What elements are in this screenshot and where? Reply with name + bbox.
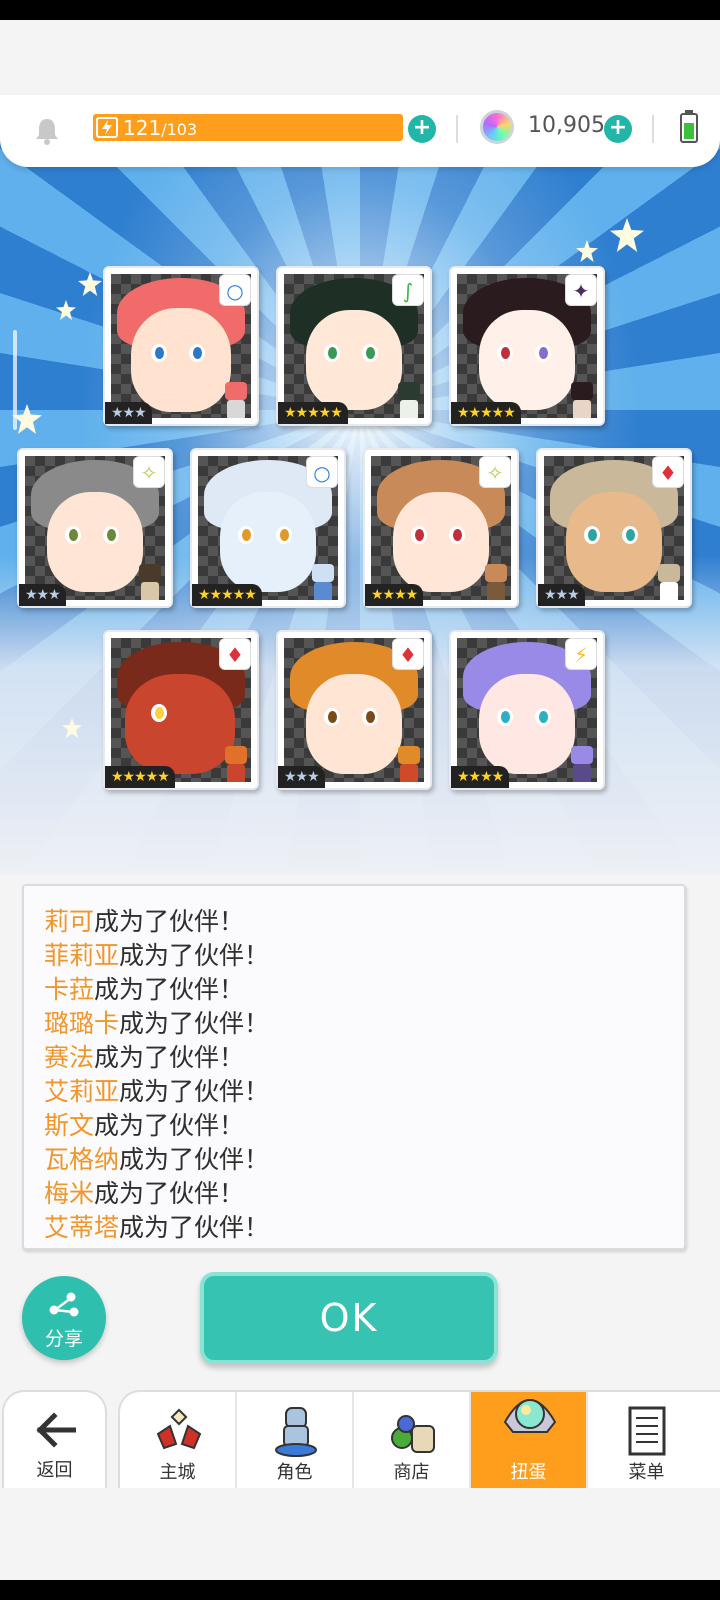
add-gems-button[interactable]: + [604, 115, 632, 143]
character-icon [275, 1407, 317, 1457]
back-label: 返回 [36, 1460, 73, 1481]
log-line: 卡菈成为了伙伴！ [44, 975, 245, 1004]
rarity-stars: ★★★ [538, 584, 585, 606]
back-button[interactable]: 返回 [2, 1390, 107, 1490]
nav-tab-menu[interactable]: 菜单 [588, 1392, 705, 1492]
recruit-log[interactable]: 莉可成为了伙伴！ 菲莉亚成为了伙伴！ 卡菈成为了伙伴！ 璐璐卡成为了伙伴！ 赛法… [22, 884, 686, 1250]
sparkle-star-icon [12, 404, 42, 434]
character-card[interactable]: ♦ ★★★★★ [103, 630, 259, 790]
pixel-sprite [302, 560, 338, 600]
rarity-stars: ★★★★ [451, 766, 510, 788]
pixel-sprite [561, 742, 597, 782]
rarity-stars: ★★★★ [365, 584, 424, 606]
element-badge: ♦ [652, 456, 684, 488]
ok-button[interactable]: OK [200, 1272, 498, 1364]
pixel-sprite [475, 560, 511, 600]
element-badge: ✧ [133, 456, 165, 488]
element-badge: ♦ [219, 638, 251, 670]
footer-area [0, 1488, 720, 1580]
character-card[interactable]: ⚡ ★★★★ [449, 630, 605, 790]
nav-tabs: 主城 角色 商店 扭蛋 菜单 [118, 1390, 720, 1492]
rarity-stars: ★★★★★ [105, 766, 175, 788]
battery-icon [680, 110, 698, 143]
share-label: 分享 [44, 1328, 83, 1350]
pixel-sprite [648, 560, 684, 600]
character-card[interactable]: ✦ ★★★★★ [449, 266, 605, 426]
log-line: 斯文成为了伙伴！ [44, 1111, 245, 1140]
pixel-sprite [561, 378, 597, 418]
nav-tab-town[interactable]: 主城 [120, 1392, 237, 1492]
sparkle-star-icon [78, 272, 102, 296]
bell-icon[interactable] [34, 117, 60, 145]
pixel-sprite [129, 560, 165, 600]
nav-tab-characters[interactable]: 角色 [237, 1392, 354, 1492]
element-badge: ♦ [392, 638, 424, 670]
character-card[interactable]: ○ ★★★★★ [190, 448, 346, 608]
divider [456, 115, 458, 143]
element-badge: ○ [306, 456, 338, 488]
nav-label: 商店 [393, 1462, 430, 1483]
divider [652, 115, 654, 143]
character-card[interactable]: ✧ ★★★★ [363, 448, 519, 608]
add-stamina-button[interactable]: + [408, 115, 436, 143]
stamina-max: /103 [161, 120, 198, 139]
menu-list-icon [628, 1406, 666, 1456]
rarity-stars: ★★★★★ [192, 584, 262, 606]
shop-bag-icon [391, 1415, 435, 1453]
element-badge: ✦ [565, 274, 597, 306]
gem-icon [480, 110, 514, 144]
system-navigation-bar [0, 1580, 720, 1600]
rarity-stars: ★★★ [19, 584, 66, 606]
nav-tab-gacha[interactable]: 扭蛋 [471, 1392, 588, 1492]
log-line: 艾蒂塔成为了伙伴！ [44, 1213, 270, 1242]
log-line: 艾莉亚成为了伙伴！ [44, 1077, 270, 1106]
rarity-stars: ★★★ [278, 766, 325, 788]
element-badge: ∫ [392, 274, 424, 306]
share-button[interactable]: 分享 [22, 1276, 106, 1360]
nav-tab-shop[interactable]: 商店 [354, 1392, 471, 1492]
character-card[interactable]: ♦ ★★★ [536, 448, 692, 608]
sparkle-star-icon [576, 240, 598, 262]
rarity-stars: ★★★ [105, 402, 152, 424]
stamina-value: 121/103 [123, 116, 197, 140]
sparkle-star-icon [56, 300, 76, 320]
element-badge: ○ [219, 274, 251, 306]
gacha-orb-icon [503, 1399, 557, 1433]
nav-label: 扭蛋 [510, 1462, 547, 1483]
ok-label: OK [319, 1296, 379, 1340]
sparkle-star-icon [62, 718, 82, 738]
stamina-current: 121 [123, 116, 162, 140]
bottom-navigation: 返回 主城 角色 商店 扭蛋 菜单 [0, 1388, 720, 1492]
pixel-sprite [388, 378, 424, 418]
character-card[interactable]: ∫ ★★★★★ [276, 266, 432, 426]
log-line: 璐璐卡成为了伙伴！ [44, 1009, 270, 1038]
character-card[interactable]: ○ ★★★ [103, 266, 259, 426]
element-badge: ✧ [479, 456, 511, 488]
log-line: 瓦格纳成为了伙伴！ [44, 1145, 270, 1174]
back-arrow-icon [36, 1412, 76, 1448]
rarity-stars: ★★★★★ [278, 402, 348, 424]
nav-label: 菜单 [628, 1462, 665, 1483]
gem-count: 10,905 [528, 113, 605, 138]
sparkle-star-icon [610, 218, 644, 252]
nav-label: 主城 [159, 1462, 196, 1483]
nav-label: 角色 [276, 1462, 313, 1483]
bolt-icon [96, 117, 118, 138]
log-line: 梅米成为了伙伴！ [44, 1179, 245, 1208]
resource-bar: 121/103 + 10,905 + [0, 95, 720, 167]
pixel-sprite [215, 378, 251, 418]
character-card[interactable]: ♦ ★★★ [276, 630, 432, 790]
pixel-sprite [388, 742, 424, 782]
rarity-stars: ★★★★★ [451, 402, 521, 424]
stamina-bar: 121/103 [93, 114, 403, 141]
character-card[interactable]: ✧ ★★★ [17, 448, 173, 608]
element-badge: ⚡ [565, 638, 597, 670]
castle-icon [156, 1408, 202, 1450]
share-icon [49, 1292, 79, 1317]
status-bar [0, 0, 720, 20]
log-line: 菲莉亚成为了伙伴！ [44, 941, 270, 970]
pixel-sprite [215, 742, 251, 782]
log-line: 莉可成为了伙伴！ [44, 907, 245, 936]
log-line: 赛法成为了伙伴！ [44, 1043, 245, 1072]
